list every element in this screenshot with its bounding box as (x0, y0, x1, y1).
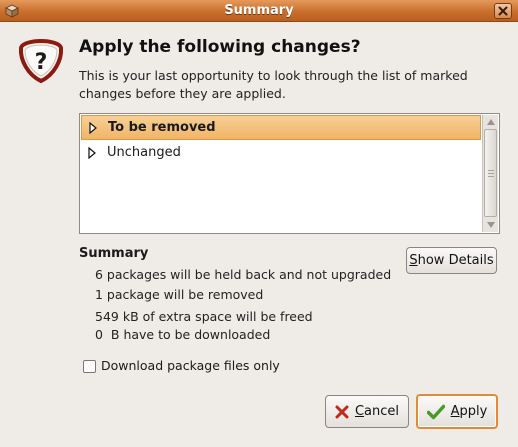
show-details-label: Show Details (409, 253, 494, 268)
download-only-checkbox[interactable] (83, 360, 96, 373)
arrow-up-icon (486, 119, 495, 125)
close-icon (498, 6, 508, 16)
svg-text:?: ? (35, 50, 48, 75)
summary-heading: Summary (79, 246, 149, 261)
tree-row-label: To be removed (108, 120, 216, 135)
cancel-label: Cancel (354, 404, 400, 419)
download-only-label[interactable]: Download package files only (101, 358, 280, 373)
dialog-heading: Apply the following changes? (79, 37, 361, 57)
checkmark-icon (426, 404, 445, 419)
scroll-down-arrow[interactable] (483, 218, 498, 232)
tree-row-to-be-removed[interactable]: To be removed (81, 115, 481, 140)
cancel-x-icon (335, 405, 349, 418)
tree-row-label: Unchanged (107, 145, 181, 160)
question-icon: ? (18, 38, 64, 84)
show-details-button[interactable]: Show Details (406, 247, 497, 274)
apply-button[interactable]: Apply (416, 394, 498, 429)
apply-label: Apply (450, 404, 488, 419)
scroll-thumb[interactable] (484, 129, 497, 217)
arrow-down-icon (486, 222, 495, 228)
dialog-description: This is your last opportunity to look th… (79, 68, 468, 101)
close-button[interactable] (494, 3, 512, 19)
summary-removed: 1 package will be removed (95, 287, 264, 302)
summary-download-size: 0 B have to be downloaded (95, 327, 271, 342)
summary-space-freed: 549 kB of extra space will be freed (95, 309, 313, 324)
cancel-button[interactable]: Cancel (325, 395, 409, 428)
window-title: Summary (224, 3, 294, 18)
changes-tree[interactable]: To be removed Unchanged (79, 113, 500, 234)
summary-held-back: 6 packages will be held back and not upg… (95, 267, 392, 282)
tree-row-unchanged[interactable]: Unchanged (81, 140, 481, 165)
triangle-right-icon[interactable] (88, 121, 98, 134)
vertical-scrollbar[interactable] (482, 115, 498, 232)
scroll-up-arrow[interactable] (483, 115, 498, 129)
triangle-right-icon[interactable] (87, 146, 97, 159)
title-bar[interactable]: Summary (0, 0, 518, 22)
